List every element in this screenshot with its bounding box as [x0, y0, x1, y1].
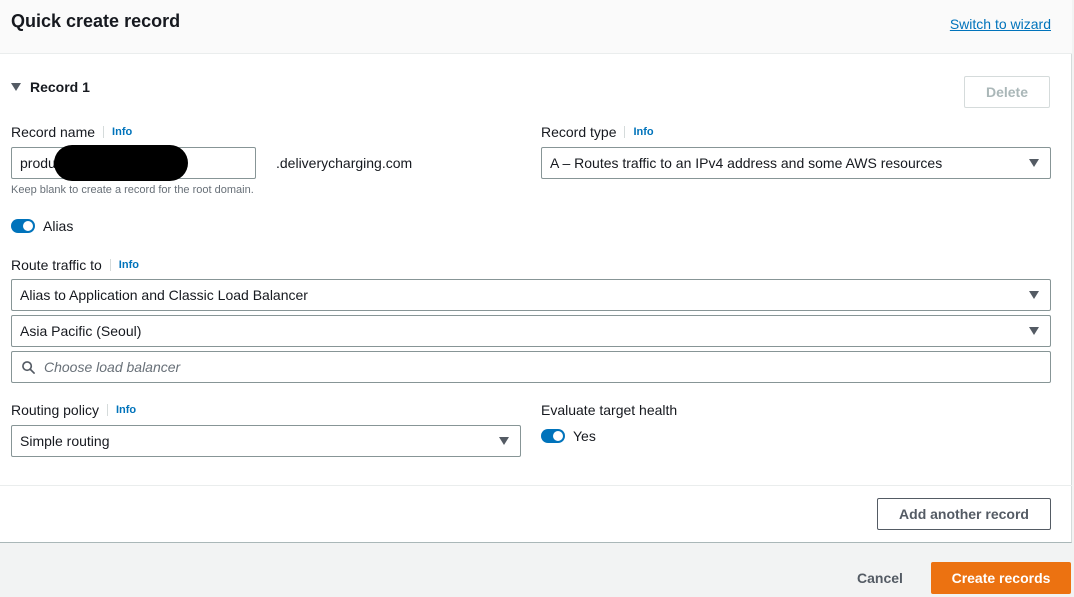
- page-title: Quick create record: [11, 11, 181, 31]
- add-another-record-button[interactable]: Add another record: [877, 498, 1051, 530]
- dropdown-arrow-icon: [1029, 291, 1039, 299]
- dropdown-arrow-icon: [499, 437, 509, 445]
- routing-policy-select[interactable]: Simple routing: [11, 425, 521, 457]
- routing-policy-info-link[interactable]: Info: [106, 404, 136, 416]
- record-type-select[interactable]: A – Routes traffic to an IPv4 address an…: [541, 147, 1051, 179]
- evaluate-health-value: Yes: [573, 428, 596, 444]
- toggle-knob: [23, 221, 33, 231]
- quick-create-panel: Quick create record Switch to wizard Rec…: [0, 0, 1072, 543]
- record-name-info-link[interactable]: Info: [103, 126, 132, 138]
- record-type-label: Record type Info: [541, 124, 654, 140]
- record-1-expander[interactable]: Record 1: [11, 79, 90, 95]
- create-records-button[interactable]: Create records: [931, 562, 1071, 594]
- evaluate-health-toggle[interactable]: [541, 429, 565, 443]
- record-type-label-text: Record type: [541, 124, 617, 140]
- section-divider: [0, 485, 1072, 486]
- redaction-mask: [54, 145, 188, 181]
- region-select[interactable]: Asia Pacific (Seoul): [11, 315, 1051, 347]
- evaluate-health-label: Evaluate target health: [541, 402, 678, 418]
- route-traffic-label-text: Route traffic to: [11, 257, 102, 273]
- record-type-value: A – Routes traffic to an IPv4 address an…: [550, 155, 943, 171]
- caret-down-icon: [11, 83, 21, 91]
- routing-policy-label-text: Routing policy: [11, 402, 99, 418]
- route-traffic-label: Route traffic to Info: [11, 257, 139, 273]
- panel-header: Quick create record Switch to wizard: [0, 0, 1072, 54]
- endpoint-select[interactable]: Alias to Application and Classic Load Ba…: [11, 279, 1051, 311]
- record-name-input[interactable]: produ: [11, 145, 256, 181]
- toggle-knob: [553, 431, 563, 441]
- dropdown-arrow-icon: [1029, 327, 1039, 335]
- record-section-label: Record 1: [30, 79, 90, 95]
- routing-policy-label: Routing policy Info: [11, 402, 136, 418]
- delete-button[interactable]: Delete: [964, 76, 1050, 108]
- switch-to-wizard-link[interactable]: Switch to wizard: [950, 16, 1051, 32]
- record-name-label: Record name Info: [11, 124, 132, 140]
- routing-policy-value: Simple routing: [20, 433, 110, 449]
- record-type-info-link[interactable]: Info: [624, 126, 654, 138]
- load-balancer-placeholder: Choose load balancer: [44, 359, 181, 375]
- record-name-label-text: Record name: [11, 124, 96, 140]
- load-balancer-search[interactable]: Choose load balancer: [11, 351, 1051, 383]
- alias-toggle[interactable]: [11, 219, 35, 233]
- dropdown-arrow-icon: [1029, 159, 1039, 167]
- cancel-button[interactable]: Cancel: [857, 570, 903, 586]
- route-traffic-info-link[interactable]: Info: [109, 259, 139, 271]
- search-icon: [22, 361, 35, 374]
- region-value: Asia Pacific (Seoul): [20, 323, 142, 339]
- endpoint-value: Alias to Application and Classic Load Ba…: [20, 287, 308, 303]
- domain-suffix: .deliverycharging.com: [276, 155, 413, 171]
- record-name-hint: Keep blank to create a record for the ro…: [11, 184, 254, 196]
- record-name-value: produ: [20, 155, 56, 171]
- alias-label: Alias: [43, 218, 74, 234]
